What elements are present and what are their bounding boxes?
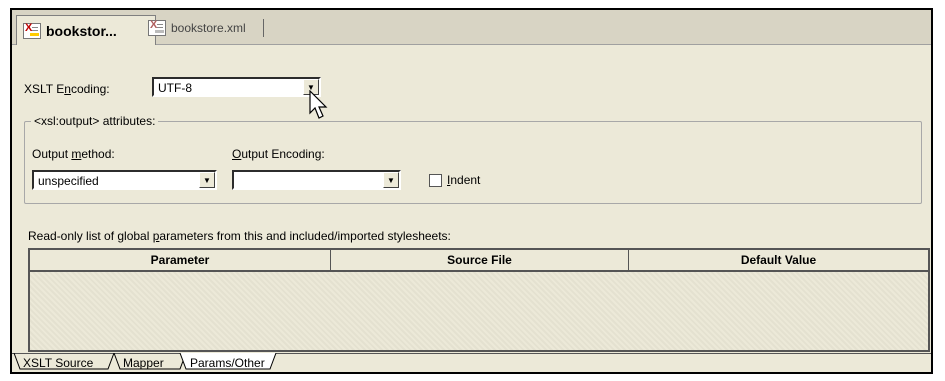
sheet-tab-bar: XSLT Source Mapper Params/Other bbox=[12, 353, 931, 372]
output-method-value: unspecified bbox=[38, 174, 99, 188]
xml-file-icon: X bbox=[148, 19, 166, 36]
params-caption: Read-only list of global parameters from… bbox=[28, 229, 451, 243]
group-title: <xsl:output> attributes: bbox=[31, 114, 159, 128]
table-header: Parameter Source File Default Value bbox=[30, 250, 928, 272]
mouse-pointer-icon bbox=[309, 90, 328, 119]
xml-file-icon: X bbox=[23, 22, 41, 39]
table-body bbox=[30, 272, 928, 350]
column-header-parameter[interactable]: Parameter bbox=[30, 250, 331, 270]
parameters-table: Parameter Source File Default Value bbox=[28, 248, 930, 352]
xslt-encoding-select[interactable]: UTF-8 ▼ bbox=[152, 77, 321, 97]
indent-label: Indent bbox=[447, 173, 481, 187]
column-header-default-value[interactable]: Default Value bbox=[629, 250, 928, 270]
xslt-encoding-label: XSLT Encoding: bbox=[24, 82, 110, 96]
sheet-tab-xslt-source[interactable]: XSLT Source bbox=[20, 355, 96, 370]
chevron-down-icon[interactable]: ▼ bbox=[383, 172, 399, 188]
tab-bookstore-xml[interactable]: X bookstore.xml bbox=[142, 15, 264, 41]
editor-tab-bar: X bookstor... X bookstore.xml bbox=[12, 10, 931, 45]
xslt-encoding-value: UTF-8 bbox=[158, 81, 192, 95]
xslt-editor-window: X bookstor... X bookstore.xml XSLT Encod… bbox=[10, 8, 933, 374]
tab-bookstore-xsl[interactable]: X bookstor... bbox=[16, 15, 156, 45]
xsl-output-attributes-group: <xsl:output> attributes: bbox=[24, 114, 922, 204]
tab-label: bookstore.xml bbox=[171, 21, 246, 35]
output-method-label: Output method: bbox=[32, 147, 115, 161]
tab-label: bookstor... bbox=[46, 22, 117, 39]
indent-checkbox[interactable] bbox=[429, 174, 442, 187]
sheet-tab-mapper[interactable]: Mapper bbox=[120, 355, 167, 370]
column-header-source-file[interactable]: Source File bbox=[331, 250, 629, 270]
chevron-down-icon[interactable]: ▼ bbox=[199, 172, 215, 188]
sheet-tab-params-other[interactable]: Params/Other bbox=[187, 355, 268, 370]
output-method-select[interactable]: unspecified ▼ bbox=[32, 170, 217, 190]
output-encoding-select[interactable]: ▼ bbox=[232, 170, 401, 190]
output-encoding-label: Output Encoding: bbox=[232, 147, 325, 161]
